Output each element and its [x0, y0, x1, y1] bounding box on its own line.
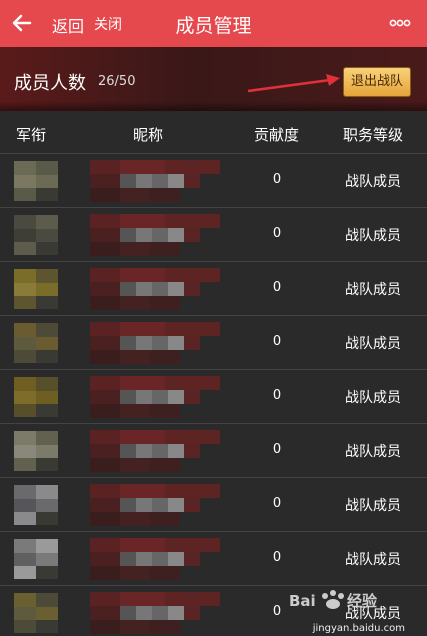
column-header-role: 职务等级	[343, 126, 404, 144]
member-row[interactable]: 0 战队成员	[0, 154, 427, 208]
contribution-value: 0	[272, 604, 282, 619]
top-bar: 返回 关闭 成员管理	[0, 0, 427, 47]
annotation-arrow-icon	[247, 74, 340, 93]
member-row[interactable]: 0 战队成员	[0, 208, 427, 262]
nickname-blurred	[90, 160, 220, 202]
svg-text:Bai: Bai	[289, 592, 316, 610]
quit-team-button[interactable]: 退出战队	[343, 67, 411, 97]
role-value: 战队成员	[345, 228, 401, 244]
page-title: 成员管理	[175, 15, 252, 37]
rank-badge-icon	[14, 485, 58, 525]
more-dots-icon[interactable]	[389, 17, 411, 29]
member-row[interactable]: 0 战队成员	[0, 316, 427, 370]
nickname-blurred	[90, 430, 220, 472]
nickname-blurred	[90, 538, 220, 580]
rank-badge-icon	[14, 377, 58, 417]
contribution-value: 0	[272, 388, 282, 403]
column-header-rank: 军衔	[16, 126, 47, 144]
contribution-value: 0	[272, 496, 282, 511]
contribution-value: 0	[272, 550, 282, 565]
contribution-value: 0	[272, 334, 282, 349]
rank-badge-icon	[14, 323, 58, 363]
member-list: 0 战队成员 0 战队成员 0 战队成员 0 战队成员 0 战队成员 0 战队成员 0 战队成员 0 战队成员…	[0, 154, 427, 636]
member-count-value: 26/50	[98, 74, 136, 89]
role-value: 战队成员	[345, 336, 401, 352]
role-value: 战队成员	[345, 174, 401, 190]
role-value: 战队成员	[345, 282, 401, 298]
rank-badge-icon	[14, 539, 58, 579]
member-count-label: 成员人数	[14, 73, 86, 94]
column-header-contribution: 贡献度	[254, 126, 300, 144]
rank-badge-icon	[14, 269, 58, 309]
contribution-value: 0	[272, 280, 282, 295]
member-row[interactable]: 0 战队成员	[0, 532, 427, 586]
table-header: 军衔 昵称 贡献度 职务等级	[0, 112, 427, 154]
svg-text:经验: 经验	[347, 592, 378, 610]
role-value: 战队成员	[345, 444, 401, 460]
nickname-blurred	[90, 376, 220, 418]
nickname-blurred	[90, 214, 220, 256]
role-value: 战队成员	[345, 552, 401, 568]
nickname-blurred	[90, 322, 220, 364]
rank-badge-icon	[14, 215, 58, 255]
column-header-nickname: 昵称	[133, 126, 164, 144]
nickname-blurred	[90, 592, 220, 634]
member-row[interactable]: 0 战队成员	[0, 370, 427, 424]
rank-badge-icon	[14, 431, 58, 471]
baidu-watermark-logo: Bai 经验	[289, 590, 378, 610]
rank-badge-icon	[14, 593, 58, 633]
member-row[interactable]: 0 战队成员	[0, 262, 427, 316]
member-row[interactable]: 0 战队成员	[0, 424, 427, 478]
role-value: 战队成员	[345, 390, 401, 406]
member-row[interactable]: 0 战队成员	[0, 478, 427, 532]
member-count-banner: 成员人数 26/50 退出战队	[0, 47, 427, 111]
contribution-value: 0	[272, 442, 282, 457]
nickname-blurred	[90, 484, 220, 526]
nickname-blurred	[90, 268, 220, 310]
rank-badge-icon	[14, 161, 58, 201]
role-value: 战队成员	[345, 498, 401, 514]
watermark-url: jingyan.baidu.com	[312, 623, 405, 634]
contribution-value: 0	[272, 172, 282, 187]
contribution-value: 0	[272, 226, 282, 241]
